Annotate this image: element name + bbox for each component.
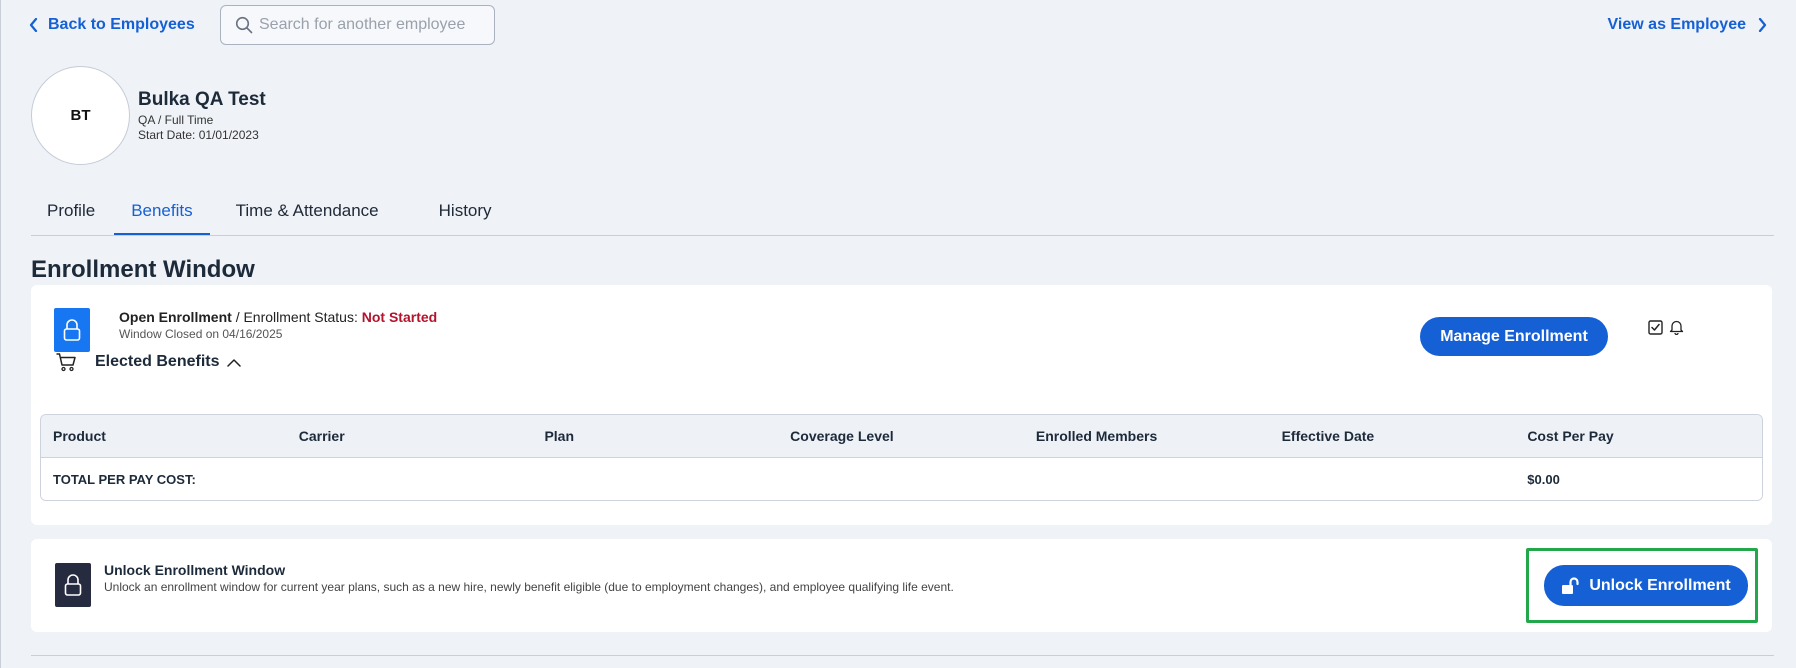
lock-tile xyxy=(55,563,91,607)
column-header: Effective Date xyxy=(1281,428,1375,444)
page-title: Enrollment Window xyxy=(31,256,255,283)
employee-tabs: Profile Benefits Time & Attendance Histo… xyxy=(31,198,508,236)
tab-time-attendance[interactable]: Time & Attendance xyxy=(220,198,395,236)
unlock-icon xyxy=(1562,576,1579,594)
cart-icon xyxy=(56,353,76,372)
avatar: BT xyxy=(31,66,130,165)
back-to-employees-label: Back to Employees xyxy=(48,16,195,33)
chevron-up-icon xyxy=(227,358,242,367)
elected-benefits-table: Product Carrier Plan Coverage Level Enro… xyxy=(40,414,1763,501)
card-actions xyxy=(1648,319,1684,335)
chevron-left-icon xyxy=(29,18,38,32)
manage-enrollment-button[interactable]: Manage Enrollment xyxy=(1420,317,1608,356)
column-header: Coverage Level xyxy=(790,428,894,444)
column-header: Plan xyxy=(544,428,575,444)
employee-search[interactable] xyxy=(220,5,495,45)
elected-benefits-toggle[interactable]: Elected Benefits xyxy=(95,353,242,371)
lock-icon xyxy=(64,574,82,596)
lock-icon xyxy=(63,319,81,341)
unlock-enrollment-label: Unlock Enrollment xyxy=(1589,576,1731,594)
tabs-divider xyxy=(31,235,1774,236)
view-as-employee-link[interactable]: View as Employee xyxy=(1608,14,1767,36)
left-border xyxy=(0,0,1,668)
total-per-pay-label: TOTAL PER PAY COST: xyxy=(53,471,196,487)
search-icon xyxy=(235,16,253,34)
unlock-window-description: Unlock an enrollment window for current … xyxy=(104,580,954,594)
employee-start-date: Start Date: 01/01/2023 xyxy=(138,128,259,142)
enrollment-type: Open Enrollment xyxy=(119,309,232,325)
view-as-employee-label: View as Employee xyxy=(1607,16,1746,33)
chevron-right-icon xyxy=(1758,18,1767,32)
bell-icon[interactable] xyxy=(1669,319,1684,335)
enrollment-status-prefix: / Enrollment Status: xyxy=(235,309,362,325)
employee-name: Bulka QA Test xyxy=(138,89,266,110)
column-header: Cost Per Pay xyxy=(1527,428,1614,444)
total-per-pay-value: $0.00 xyxy=(1527,471,1560,487)
window-closed-note: Window Closed on 04/16/2025 xyxy=(119,327,283,341)
back-to-employees-link[interactable]: Back to Employees xyxy=(29,14,195,36)
unlock-enrollment-button[interactable]: Unlock Enrollment xyxy=(1544,565,1748,606)
avatar-initials: BT xyxy=(70,107,91,124)
tab-profile[interactable]: Profile xyxy=(31,198,111,236)
employee-search-input[interactable] xyxy=(259,16,489,34)
unlock-window-title: Unlock Enrollment Window xyxy=(104,562,286,578)
elected-benefits-header: Elected Benefits xyxy=(55,343,242,381)
checkbox-icon[interactable] xyxy=(1648,319,1663,335)
enrollment-status-line: Open Enrollment / Enrollment Status: Not… xyxy=(119,309,437,325)
column-header: Carrier xyxy=(298,428,345,444)
column-header: Product xyxy=(53,428,106,444)
table-row-total: TOTAL PER PAY COST: $0.00 xyxy=(41,458,1762,500)
table-header-row: Product Carrier Plan Coverage Level Enro… xyxy=(41,415,1762,458)
bottom-divider xyxy=(31,655,1774,656)
column-header: Enrolled Members xyxy=(1035,428,1158,444)
employee-role: QA / Full Time xyxy=(138,113,214,127)
enrollment-card: Open Enrollment / Enrollment Status: Not… xyxy=(31,285,1772,525)
elected-benefits-label: Elected Benefits xyxy=(95,353,220,370)
enrollment-status: Not Started xyxy=(361,309,438,325)
tab-benefits[interactable]: Benefits xyxy=(114,198,211,236)
tab-history[interactable]: History xyxy=(423,198,508,236)
unlock-enrollment-card: Unlock Enrollment Window Unlock an enrol… xyxy=(31,539,1772,632)
